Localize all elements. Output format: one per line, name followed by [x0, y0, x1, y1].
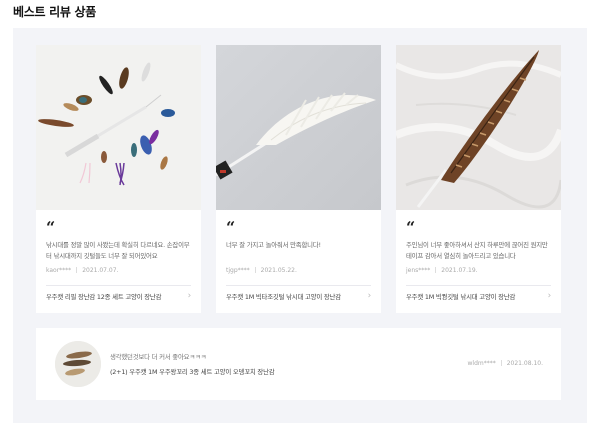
review-text[interactable]: 주인님이 너무 좋아하셔서 산지 하루만에 끊어진 원지만 테이프 감아서 열심… — [406, 240, 552, 262]
section-title: 베스트 리뷰 상품 — [13, 5, 96, 19]
review-text[interactable]: 낚시대를 정말 많이 사봤는데 확실히 다르네요. 손잡이부터 낚시대까지 깃털… — [46, 240, 192, 262]
product-link[interactable]: 우주캣 리필 장난감 12종 세트 고양이 장난감 › — [46, 291, 192, 306]
review-meta: kaor**** 2021.07.07. — [46, 267, 118, 274]
wide-review-card[interactable]: 생각했던것보다 더 커서 좋아요ㅋㅋㅋ (2+1) 우주캣 1M 우주왕꼬리 3… — [36, 328, 561, 400]
product-photo[interactable] — [216, 45, 381, 210]
meta-divider — [500, 360, 502, 366]
review-card[interactable]: “ 낚시대를 정말 많이 사봤는데 확실히 다르네요. 손잡이부터 낚시대까지 … — [36, 45, 201, 313]
review-text[interactable]: 너무 잘 가지고 놀아줘서 만족합니다! — [226, 240, 372, 251]
divider — [46, 285, 191, 286]
product-name[interactable]: 우주캣 1M 빅타조깃털 낚시대 고양이 장난감 — [226, 293, 341, 301]
review-card[interactable]: “ 주인님이 너무 좋아하셔서 산지 하루만에 끊어진 원지만 테이프 감아서 … — [396, 45, 561, 313]
meta-divider — [435, 267, 437, 273]
review-meta: jens**** 2021.07.19. — [406, 267, 478, 274]
chevron-right-icon: › — [187, 291, 192, 301]
review-author: jens**** — [406, 267, 431, 274]
product-link[interactable]: 우주캣 1M 빅꿩깃털 낚시대 고양이 장난감 › — [406, 291, 552, 306]
review-date: 2021.05.22. — [260, 267, 297, 274]
review-date: 2021.08.10. — [506, 360, 543, 367]
meta-divider — [254, 267, 256, 273]
product-name[interactable]: 우주캣 1M 빅꿩깃털 낚시대 고양이 장난감 — [406, 293, 515, 301]
best-review-panel: “ 낚시대를 정말 많이 사봤는데 확실히 다르네요. 손잡이부터 낚시대까지 … — [13, 28, 587, 423]
divider — [406, 285, 551, 286]
review-author: kaor**** — [46, 267, 72, 274]
review-text[interactable]: 생각했던것보다 더 커서 좋아요ㅋㅋㅋ — [110, 352, 207, 361]
review-card[interactable]: “ 너무 잘 가지고 놀아줘서 만족합니다! tjgp**** 2021.05.2… — [216, 45, 381, 313]
review-date: 2021.07.07. — [82, 267, 119, 274]
product-link[interactable]: 우주캣 1M 빅타조깃털 낚시대 고양이 장난감 › — [226, 291, 372, 306]
pheasant-feather-wand-photo — [396, 45, 561, 210]
product-thumbnail[interactable] — [55, 341, 101, 387]
product-name[interactable]: 우주캣 리필 장난감 12종 세트 고양이 장난감 — [46, 293, 161, 301]
quote-icon: “ — [226, 218, 236, 237]
white-feather-wand-photo — [216, 45, 381, 210]
product-name[interactable]: (2+1) 우주캣 1M 우주왕꼬리 3종 세트 고양이 오뎅꼬치 장난감 — [110, 367, 275, 376]
feather-toy-round-thumbnail — [55, 341, 101, 387]
review-author: wldm**** — [467, 360, 496, 367]
review-date: 2021.07.19. — [441, 267, 478, 274]
chevron-right-icon: › — [367, 291, 372, 301]
cat-toy-feather-set-photo — [36, 45, 201, 210]
product-photo[interactable] — [36, 45, 201, 210]
review-author: tjgp**** — [226, 267, 250, 274]
meta-divider — [76, 267, 78, 273]
chevron-right-icon: › — [547, 291, 552, 301]
divider — [226, 285, 371, 286]
quote-icon: “ — [46, 218, 56, 237]
product-photo[interactable] — [396, 45, 561, 210]
quote-icon: “ — [406, 218, 416, 237]
review-meta: tjgp**** 2021.05.22. — [226, 267, 297, 274]
review-meta: wldm**** 2021.08.10. — [467, 360, 543, 367]
